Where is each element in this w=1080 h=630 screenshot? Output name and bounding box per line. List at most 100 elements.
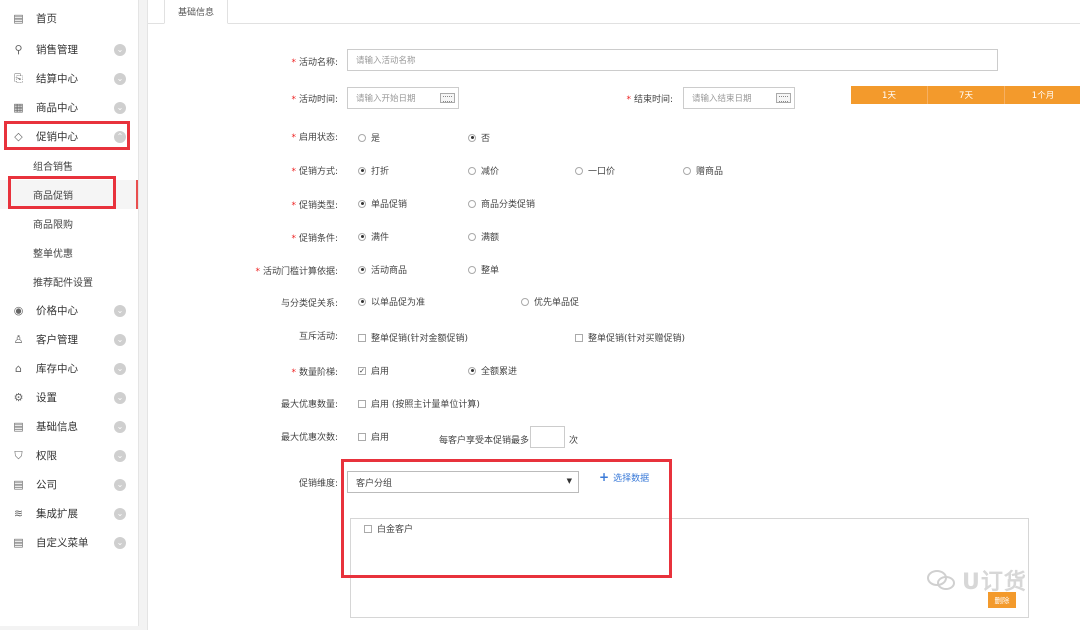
activity-name-input[interactable]: 请输入活动名称 (347, 49, 998, 71)
sidebar-item-customers[interactable]: ♙ 客户管理 ⌄ (0, 325, 138, 354)
radio-method-fixed[interactable]: 一口价 (575, 164, 615, 177)
field-label-name: * 活动名称: (291, 58, 338, 68)
range-7-day-button[interactable]: 7天 (928, 86, 1005, 104)
wechat-icon (927, 570, 955, 590)
highlight-box (341, 459, 672, 578)
radio-selected-icon (358, 232, 366, 241)
chevron-down-icon[interactable]: ⌄ (114, 478, 126, 491)
checkbox-max-qty[interactable]: 启用 (按照主计量单位计算) (358, 397, 480, 410)
radio-method-discount[interactable]: 打折 (358, 164, 389, 177)
checkbox-tier-enable[interactable]: ✓ 启用 (358, 364, 389, 377)
radio-relation-prefer-single[interactable]: 优先单品促 (521, 295, 579, 308)
radio-method-gift[interactable]: 赠商品 (683, 164, 723, 177)
price-icon: ◉ (13, 304, 24, 317)
calendar-icon[interactable] (440, 93, 455, 103)
chevron-down-icon[interactable]: ⌄ (114, 101, 126, 114)
checkbox-icon (358, 399, 366, 408)
watermark: U订货 (926, 564, 1027, 596)
radio-selected-icon (358, 166, 366, 175)
radio-condition-qty[interactable]: 满件 (358, 230, 389, 243)
radio-condition-amount[interactable]: 满额 (468, 230, 499, 243)
tab-basic-info[interactable]: 基础信息 (164, 0, 228, 24)
field-label-condition: * 促销条件: (291, 234, 338, 244)
radio-type-single[interactable]: 单品促销 (358, 197, 407, 210)
checkbox-exclusive-amount[interactable]: 整单促销(针对金额促销) (358, 331, 468, 344)
radio-relation-single-first[interactable]: 以单品促为准 (358, 295, 425, 308)
calendar-icon[interactable] (776, 93, 791, 103)
sidebar-item-products[interactable]: ▦ 商品中心 ⌄ (0, 93, 138, 122)
radio-icon (575, 166, 583, 175)
chevron-down-icon[interactable]: ⌄ (114, 362, 126, 375)
field-label-time: * 活动时间: (291, 95, 338, 105)
chevron-down-icon[interactable]: ⌄ (114, 72, 126, 85)
radio-selected-icon (358, 297, 366, 306)
sidebar-subitem-order-discount[interactable]: 整单优惠 (0, 238, 138, 267)
checkbox-checked-icon: ✓ (358, 366, 366, 375)
main-panel: 基础信息 * 活动名称: 请输入活动名称 * 活动时间: 请输入开始日期 * 结束时间… (147, 0, 1080, 630)
chevron-down-icon[interactable]: ⌄ (114, 43, 126, 56)
end-date-input[interactable]: 请输入结束日期 (683, 87, 795, 109)
sidebar-item-integrations[interactable]: ≋ 集成扩展 ⌄ (0, 499, 138, 528)
radio-icon (468, 166, 476, 175)
chevron-down-icon[interactable]: ⌄ (114, 391, 126, 404)
highlight-box (8, 176, 116, 209)
radio-icon (521, 297, 529, 306)
radio-enable-no[interactable]: 否 (468, 131, 490, 144)
settings-icon: ⚙ (13, 391, 24, 404)
radio-icon (468, 232, 476, 241)
chevron-down-icon[interactable]: ⌄ (114, 449, 126, 462)
sidebar-item-company[interactable]: ▤ 公司 ⌄ (0, 470, 138, 499)
chevron-down-icon[interactable]: ⌄ (114, 536, 126, 549)
company-icon: ▤ (13, 478, 24, 491)
max-times-input[interactable] (530, 426, 565, 448)
radio-threshold-products[interactable]: 活动商品 (358, 263, 407, 276)
checkbox-icon (358, 432, 366, 441)
info-doc-icon: ▤ (13, 420, 24, 433)
layers-icon: ≋ (13, 507, 24, 520)
chevron-down-icon[interactable]: ⌄ (114, 420, 126, 433)
sidebar-item-permissions[interactable]: ⛉ 权限 ⌄ (0, 441, 138, 470)
sidebar-item-custom-menu[interactable]: ▤ 自定义菜单 ⌄ (0, 528, 138, 557)
radio-selected-icon (468, 133, 476, 142)
radio-selected-icon (358, 199, 366, 208)
radio-type-category[interactable]: 商品分类促销 (468, 197, 535, 210)
chevron-down-icon[interactable]: ⌄ (114, 333, 126, 346)
radio-threshold-order[interactable]: 整单 (468, 263, 499, 276)
sidebar-item-inventory[interactable]: ⌂ 库存中心 ⌄ (0, 354, 138, 383)
sidebar-item-sales[interactable]: ⚲ 销售管理 ⌄ (0, 35, 138, 64)
radio-icon (468, 199, 476, 208)
sidebar-item-settlement[interactable]: ⎘ 结算中心 ⌄ (0, 64, 138, 93)
permission-icon: ⛉ (14, 448, 23, 462)
start-date-input[interactable]: 请输入开始日期 (347, 87, 459, 109)
sidebar-item-home[interactable]: ▤ 首页 (0, 4, 138, 33)
sidebar-subitem-purchase-limit[interactable]: 商品限购 (0, 209, 138, 238)
chevron-down-icon[interactable]: ⌄ (114, 507, 126, 520)
menu-doc-icon: ▤ (13, 536, 24, 549)
range-1-month-button[interactable]: 1个月 (1005, 86, 1080, 104)
range-1-day-button[interactable]: 1天 (851, 86, 928, 104)
checkbox-max-times[interactable]: 启用 (358, 430, 389, 443)
field-label-threshold: * 活动门槛计算依据: (255, 267, 338, 277)
per-customer-label: 每客户享受本促销最多 (439, 436, 530, 446)
chevron-down-icon[interactable]: ⌄ (114, 304, 126, 317)
radio-icon (358, 133, 366, 142)
checkbox-icon (358, 333, 366, 342)
radio-tier-full[interactable]: 全额累进 (468, 364, 517, 377)
field-label-dimension: 促销维度: (298, 479, 338, 489)
sidebar-item-basic-info[interactable]: ▤ 基础信息 ⌄ (0, 412, 138, 441)
tab-bar: 基础信息 (148, 0, 1080, 24)
checkbox-icon (575, 333, 583, 342)
warehouse-icon: ⌂ (15, 362, 22, 375)
checkbox-exclusive-gift[interactable]: 整单促销(针对买赠促销) (575, 331, 685, 344)
quick-range-bar: 1天 7天 1个月 (851, 86, 1080, 104)
sidebar-item-price[interactable]: ◉ 价格中心 ⌄ (0, 296, 138, 325)
grid-icon: ▦ (13, 101, 24, 114)
radio-icon (468, 265, 476, 274)
sidebar-subitem-accessories[interactable]: 推荐配件设置 (0, 267, 138, 296)
sales-icon: ⚲ (14, 43, 23, 56)
field-label-relation: 与分类促关系: (280, 299, 338, 309)
radio-enable-yes[interactable]: 是 (358, 131, 380, 144)
settlement-icon: ⎘ (14, 71, 23, 85)
radio-method-reduce[interactable]: 减价 (468, 164, 499, 177)
sidebar-item-settings[interactable]: ⚙ 设置 ⌄ (0, 383, 138, 412)
